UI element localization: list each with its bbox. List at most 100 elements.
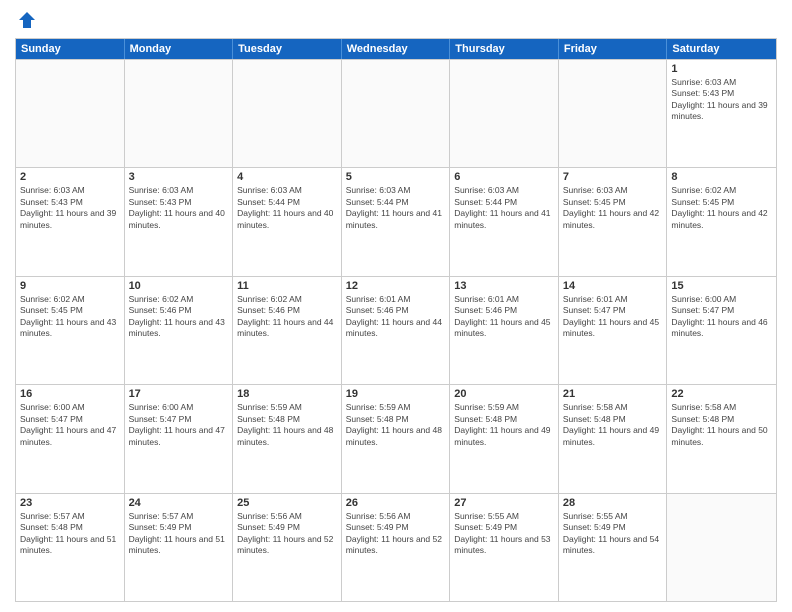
day-info: Sunrise: 6:00 AM Sunset: 5:47 PM Dayligh… <box>671 294 772 340</box>
day-cell-14: 14 Sunrise: 6:01 AM Sunset: 5:47 PM Dayli… <box>559 277 668 384</box>
day-cell-17: 17 Sunrise: 6:00 AM Sunset: 5:47 PM Dayli… <box>125 385 234 492</box>
day-number: 23 <box>20 497 120 509</box>
empty-cell-4-6 <box>667 494 776 601</box>
calendar: SundayMondayTuesdayWednesdayThursdayFrid… <box>15 38 777 602</box>
day-info: Sunrise: 6:00 AM Sunset: 5:47 PM Dayligh… <box>129 402 229 448</box>
day-info: Sunrise: 5:59 AM Sunset: 5:48 PM Dayligh… <box>346 402 446 448</box>
logo <box>15 10 37 30</box>
day-number: 25 <box>237 497 337 509</box>
day-info: Sunrise: 6:03 AM Sunset: 5:43 PM Dayligh… <box>20 185 120 231</box>
day-info: Sunrise: 5:57 AM Sunset: 5:48 PM Dayligh… <box>20 511 120 557</box>
day-cell-18: 18 Sunrise: 5:59 AM Sunset: 5:48 PM Dayli… <box>233 385 342 492</box>
day-cell-24: 24 Sunrise: 5:57 AM Sunset: 5:49 PM Dayli… <box>125 494 234 601</box>
calendar-header: SundayMondayTuesdayWednesdayThursdayFrid… <box>16 39 776 59</box>
calendar-row-0: 1Sunrise: 6:03 AM Sunset: 5:43 PM Daylig… <box>16 59 776 167</box>
day-number: 11 <box>237 280 337 292</box>
day-number: 17 <box>129 388 229 400</box>
day-number: 1 <box>671 63 772 75</box>
calendar-row-1: 2 Sunrise: 6:03 AM Sunset: 5:43 PM Daylig… <box>16 167 776 275</box>
day-cell-4: 4 Sunrise: 6:03 AM Sunset: 5:44 PM Daylig… <box>233 168 342 275</box>
day-info: Sunrise: 5:59 AM Sunset: 5:48 PM Dayligh… <box>454 402 554 448</box>
day-cell-25: 25 Sunrise: 5:56 AM Sunset: 5:49 PM Dayli… <box>233 494 342 601</box>
day-number: 24 <box>129 497 229 509</box>
day-number: 6 <box>454 171 554 183</box>
day-cell-11: 11 Sunrise: 6:02 AM Sunset: 5:46 PM Dayli… <box>233 277 342 384</box>
day-cell-7: 7Sunrise: 6:03 AM Sunset: 5:45 PM Daylig… <box>559 168 668 275</box>
day-number: 10 <box>129 280 229 292</box>
calendar-row-4: 23 Sunrise: 5:57 AM Sunset: 5:48 PM Dayli… <box>16 493 776 601</box>
day-info: Sunrise: 6:01 AM Sunset: 5:46 PM Dayligh… <box>346 294 446 340</box>
day-info: Sunrise: 5:57 AM Sunset: 5:49 PM Dayligh… <box>129 511 229 557</box>
header-cell-thursday: Thursday <box>450 39 559 59</box>
day-number: 21 <box>563 388 663 400</box>
calendar-row-3: 16 Sunrise: 6:00 AM Sunset: 5:47 PM Dayli… <box>16 384 776 492</box>
day-number: 20 <box>454 388 554 400</box>
day-number: 27 <box>454 497 554 509</box>
day-number: 15 <box>671 280 772 292</box>
header-cell-sunday: Sunday <box>16 39 125 59</box>
day-cell-9: 9 Sunrise: 6:02 AM Sunset: 5:45 PM Daylig… <box>16 277 125 384</box>
day-info: Sunrise: 6:03 AM Sunset: 5:44 PM Dayligh… <box>454 185 554 231</box>
day-info: Sunrise: 6:03 AM Sunset: 5:44 PM Dayligh… <box>237 185 337 231</box>
empty-cell-0-4 <box>450 60 559 167</box>
header-cell-wednesday: Wednesday <box>342 39 451 59</box>
calendar-row-2: 9 Sunrise: 6:02 AM Sunset: 5:45 PM Daylig… <box>16 276 776 384</box>
day-number: 26 <box>346 497 446 509</box>
day-number: 8 <box>671 171 772 183</box>
day-number: 7 <box>563 171 663 183</box>
day-info: Sunrise: 5:56 AM Sunset: 5:49 PM Dayligh… <box>237 511 337 557</box>
day-info: Sunrise: 6:02 AM Sunset: 5:45 PM Dayligh… <box>20 294 120 340</box>
day-cell-2: 2 Sunrise: 6:03 AM Sunset: 5:43 PM Daylig… <box>16 168 125 275</box>
day-info: Sunrise: 6:02 AM Sunset: 5:46 PM Dayligh… <box>237 294 337 340</box>
empty-cell-0-5 <box>559 60 668 167</box>
day-cell-20: 20 Sunrise: 5:59 AM Sunset: 5:48 PM Dayli… <box>450 385 559 492</box>
day-info: Sunrise: 5:58 AM Sunset: 5:48 PM Dayligh… <box>563 402 663 448</box>
day-info: Sunrise: 6:01 AM Sunset: 5:47 PM Dayligh… <box>563 294 663 340</box>
empty-cell-0-3 <box>342 60 451 167</box>
empty-cell-0-1 <box>125 60 234 167</box>
day-info: Sunrise: 6:03 AM Sunset: 5:43 PM Dayligh… <box>129 185 229 231</box>
day-cell-13: 13Sunrise: 6:01 AM Sunset: 5:46 PM Dayli… <box>450 277 559 384</box>
day-number: 16 <box>20 388 120 400</box>
day-cell-19: 19 Sunrise: 5:59 AM Sunset: 5:48 PM Dayli… <box>342 385 451 492</box>
day-number: 13 <box>454 280 554 292</box>
day-cell-27: 27 Sunrise: 5:55 AM Sunset: 5:49 PM Dayli… <box>450 494 559 601</box>
day-cell-28: 28 Sunrise: 5:55 AM Sunset: 5:49 PM Dayli… <box>559 494 668 601</box>
day-info: Sunrise: 5:55 AM Sunset: 5:49 PM Dayligh… <box>563 511 663 557</box>
day-number: 12 <box>346 280 446 292</box>
empty-cell-0-0 <box>16 60 125 167</box>
day-info: Sunrise: 6:02 AM Sunset: 5:46 PM Dayligh… <box>129 294 229 340</box>
day-number: 18 <box>237 388 337 400</box>
day-info: Sunrise: 5:59 AM Sunset: 5:48 PM Dayligh… <box>237 402 337 448</box>
day-number: 14 <box>563 280 663 292</box>
day-number: 9 <box>20 280 120 292</box>
header-cell-monday: Monday <box>125 39 234 59</box>
day-number: 28 <box>563 497 663 509</box>
day-number: 4 <box>237 171 337 183</box>
day-cell-26: 26 Sunrise: 5:56 AM Sunset: 5:49 PM Dayli… <box>342 494 451 601</box>
page: SundayMondayTuesdayWednesdayThursdayFrid… <box>0 0 792 612</box>
day-number: 19 <box>346 388 446 400</box>
calendar-body: 1 Sunrise: 6:03 AM Sunset: 5:43 PM Daylig… <box>16 59 776 601</box>
logo-icon <box>17 10 37 30</box>
header <box>15 10 777 30</box>
day-number: 2 <box>20 171 120 183</box>
day-number: 5 <box>346 171 446 183</box>
day-info: Sunrise: 5:55 AM Sunset: 5:49 PM Dayligh… <box>454 511 554 557</box>
day-cell-5: 5Sunrise: 6:03 AM Sunset: 5:44 PM Daylig… <box>342 168 451 275</box>
day-cell-1: 1Sunrise: 6:03 AM Sunset: 5:43 PM Daylig… <box>667 60 776 167</box>
empty-cell-0-2 <box>233 60 342 167</box>
day-number: 22 <box>671 388 772 400</box>
day-cell-8: 8 Sunrise: 6:02 AM Sunset: 5:45 PM Daylig… <box>667 168 776 275</box>
day-cell-16: 16 Sunrise: 6:00 AM Sunset: 5:47 PM Dayli… <box>16 385 125 492</box>
day-cell-15: 15 Sunrise: 6:00 AM Sunset: 5:47 PM Dayli… <box>667 277 776 384</box>
day-cell-3: 3 Sunrise: 6:03 AM Sunset: 5:43 PM Daylig… <box>125 168 234 275</box>
day-info: Sunrise: 5:56 AM Sunset: 5:49 PM Dayligh… <box>346 511 446 557</box>
day-info: Sunrise: 6:02 AM Sunset: 5:45 PM Dayligh… <box>671 185 772 231</box>
day-cell-23: 23 Sunrise: 5:57 AM Sunset: 5:48 PM Dayli… <box>16 494 125 601</box>
day-info: Sunrise: 6:00 AM Sunset: 5:47 PM Dayligh… <box>20 402 120 448</box>
day-number: 3 <box>129 171 229 183</box>
header-cell-tuesday: Tuesday <box>233 39 342 59</box>
header-cell-saturday: Saturday <box>667 39 776 59</box>
day-cell-12: 12 Sunrise: 6:01 AM Sunset: 5:46 PM Dayli… <box>342 277 451 384</box>
